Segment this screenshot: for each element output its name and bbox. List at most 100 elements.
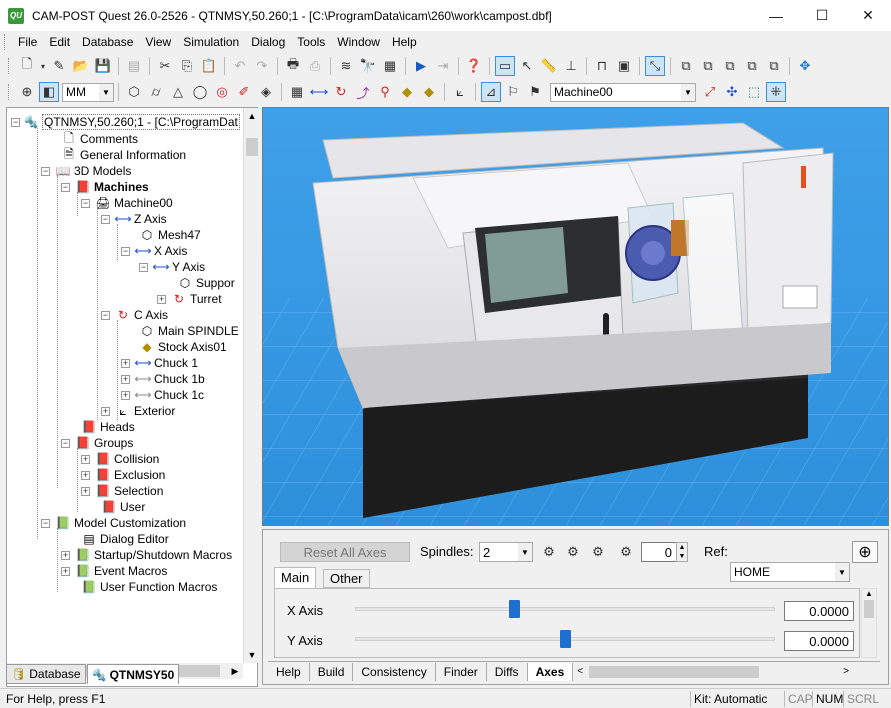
coordinate-icon[interactable]: ⟀ [450,82,470,102]
collapse-toggle[interactable]: − [101,214,110,224]
collapse-toggle[interactable]: − [61,182,70,192]
flag-fill-icon[interactable]: ⚑ [525,82,545,102]
x-axis-slider-thumb[interactable] [509,600,521,618]
scroll-up-icon[interactable]: ▲ [244,108,260,124]
menu-help[interactable]: Help [386,31,423,53]
linear-axis-icon[interactable]: ⟷ [309,82,329,102]
tree-node-machine00[interactable]: − 🖨 Machine00 [81,195,173,211]
collapse-toggle[interactable]: − [101,310,110,320]
measure-icon[interactable]: 📏 [539,56,559,76]
tab-database[interactable]: 🛢 Database [6,664,86,684]
x-axis-slider[interactable] [355,607,775,611]
help-icon[interactable]: ❓ [464,56,484,76]
expand-toggle[interactable]: + [61,566,70,576]
new-dropdown-icon[interactable]: ▾ [39,56,47,76]
find-icon[interactable]: 🔭 [358,56,378,76]
scroll-down-icon[interactable]: ▼ [244,647,260,663]
tab-help[interactable]: Help [268,662,310,681]
cylinder-icon[interactable]: ⌭ [146,82,166,102]
expand-toggle[interactable]: + [61,550,70,560]
machine-view-icon[interactable]: ▭ [495,56,515,76]
tree-node-root[interactable]: − 🔩 QTNMSY,50.260;1 - [C:\ProgramDat [11,114,240,130]
grid-icon[interactable]: ▦ [287,82,307,102]
new-icon[interactable]: 🗋 [17,56,37,76]
tree-node-groups[interactable]: − 📕 Groups [61,435,133,451]
fit-view-icon[interactable]: ⤡ [645,56,665,76]
expand-toggle[interactable]: + [157,294,166,304]
run-icon[interactable]: ▶ [411,56,431,76]
tree-node-x-axis[interactable]: − ⟷ X Axis [121,243,187,259]
collapse-toggle[interactable]: − [11,117,20,127]
axes-triad-icon[interactable]: ⤢ [700,82,720,102]
tabs-scroll-thumb[interactable] [589,665,760,678]
tree-node-exclusion[interactable]: + 📕 Exclusion [81,467,165,483]
collapse-toggle[interactable]: − [121,246,130,256]
x-axis-value[interactable]: 0.0000 [784,601,854,621]
tree-node-exterior[interactable]: + ⟀ Exterior [101,403,175,419]
menu-dialog[interactable]: Dialog [245,31,291,53]
tree-node-y-axis[interactable]: − ⟷ Y Axis [139,259,205,275]
tree-node-chuck1b[interactable]: + ⟷ Chuck 1b [121,371,205,387]
layers-icon[interactable]: ≋ [336,56,356,76]
crosshair-icon[interactable]: ⊕ [852,541,878,563]
step-icon[interactable]: ⇥ [433,56,453,76]
tree-node-startup-macros[interactable]: + 📗 Startup/Shutdown Macros [61,547,232,563]
scroll-thumb[interactable] [864,600,874,618]
tab-qtnmsy50[interactable]: 🔩 QTNMSY50 [86,664,180,684]
stand-icon[interactable]: ⊓ [592,56,612,76]
tree-node-c-axis[interactable]: − ↻ C Axis [101,307,168,323]
cone-icon[interactable]: △ [168,82,188,102]
tree-node-selection[interactable]: + 📕 Selection [81,483,163,499]
view-iso5-icon[interactable]: ⧉ [764,56,784,76]
collapse-toggle[interactable]: − [139,262,148,272]
globe-icon[interactable]: ⊕ [17,82,37,102]
tree-node-support[interactable]: ⬡ Suppor [177,275,235,291]
flag-icon[interactable]: ⚐ [503,82,523,102]
stock-group-icon[interactable]: ◆ [419,82,439,102]
rotary-axis-icon[interactable]: ↻ [331,82,351,102]
copy-icon[interactable]: ⎘ [177,56,197,76]
tree-node-user-function-macros[interactable]: 📗 User Function Macros [81,579,218,595]
tree-node-dialog-editor[interactable]: ▤ Dialog Editor [81,531,168,547]
undo-icon[interactable]: ↶ [230,56,250,76]
expand-toggle[interactable]: + [81,454,90,464]
close-button[interactable]: ✕ [845,0,891,31]
tab-finder[interactable]: Finder [436,662,487,681]
tree-node-stock-axis01[interactable]: ◆ Stock Axis01 [139,339,226,355]
axes-vertical-scrollbar[interactable]: ▲ [861,588,877,658]
tabs-scroll-left-icon[interactable]: < [577,666,583,677]
mesh-icon[interactable]: ◈ [256,82,276,102]
ref-select[interactable]: HOME ▼ [730,562,850,582]
frame-icon[interactable]: ▣ [614,56,634,76]
tab-consistency[interactable]: Consistency [353,662,436,681]
view-iso4-icon[interactable]: ⧉ [742,56,762,76]
scroll-up-icon[interactable]: ▲ [862,589,876,598]
tabs-scroll-right-icon[interactable]: > [843,666,849,677]
machine-select[interactable]: Machine00 ▼ [550,82,696,102]
spindle-count-input[interactable]: 0 [641,542,677,562]
tree-vertical-scrollbar[interactable]: ▲ ▼ [243,108,259,663]
y-axis-value[interactable]: 0.0000 [784,631,854,651]
tab-main[interactable]: Main [274,567,317,588]
tree-node-user[interactable]: 📕 User [101,499,146,515]
tree-node-collision[interactable]: + 📕 Collision [81,451,159,467]
maximize-button[interactable]: ☐ [799,0,845,31]
pin-icon[interactable]: ⚲ [375,82,395,102]
expand-toggle[interactable]: + [81,486,90,496]
collapse-toggle[interactable]: − [61,438,70,448]
expand-toggle[interactable]: + [121,374,130,384]
model-mode-icon[interactable]: ◧ [39,82,59,102]
tree-node-3d-models[interactable]: − 📖 3D Models [41,163,131,179]
tab-diffs[interactable]: Diffs [487,662,528,681]
spindle-cw-icon[interactable]: ⚙ [539,542,559,562]
menu-window[interactable]: Window [331,31,386,53]
tree-view[interactable]: − 🔩 QTNMSY,50.260;1 - [C:\ProgramDat 🗋 C… [7,108,243,663]
collapse-toggle[interactable]: − [41,166,50,176]
expand-toggle[interactable]: + [121,358,130,368]
view-iso1-icon[interactable]: ⧉ [676,56,696,76]
tree-node-machines[interactable]: − 📕 Machines [61,179,149,195]
pen-icon[interactable]: ✐ [234,82,254,102]
spindle-stop-icon[interactable]: ⚙ [588,542,608,562]
scroll-thumb[interactable] [246,138,258,156]
menu-database[interactable]: Database [76,31,139,53]
